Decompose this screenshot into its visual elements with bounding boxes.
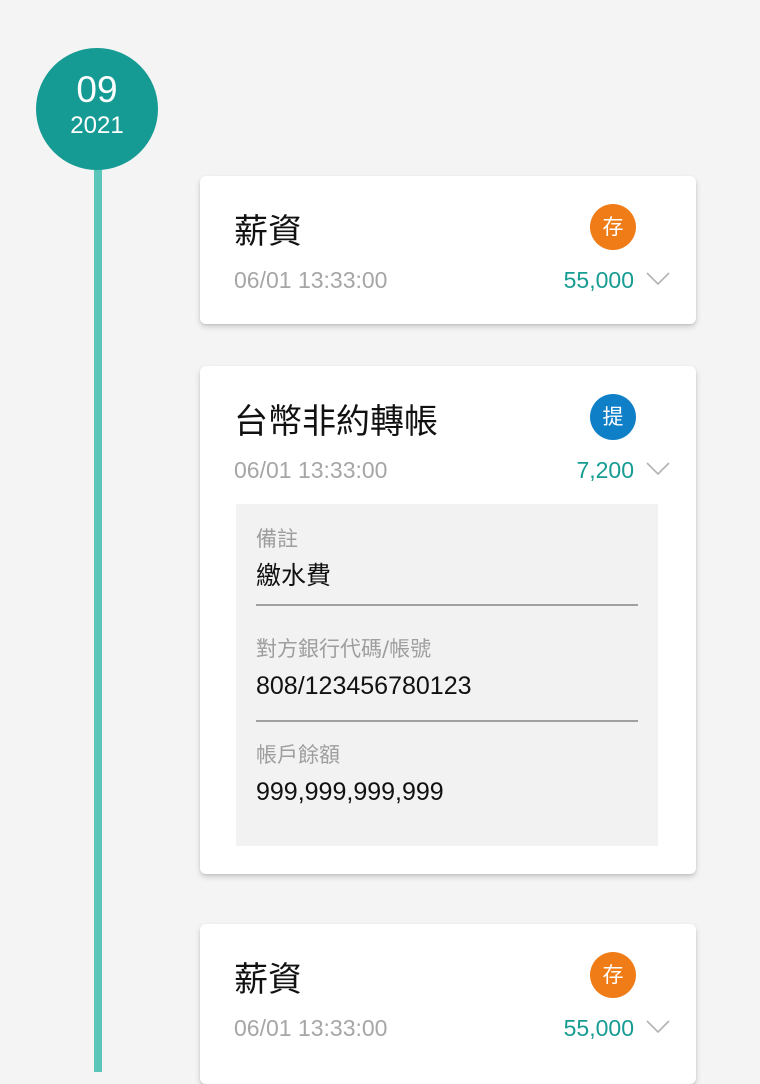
transaction-amount: 55,000	[563, 267, 634, 293]
detail-value: 999,999,999,999	[256, 778, 444, 806]
chevron-down-icon[interactable]	[646, 1020, 670, 1034]
detail-memo: 備註 繳水費	[256, 526, 638, 606]
transaction-title: 薪資	[234, 960, 302, 1000]
month-date-badge: 09 2021	[36, 48, 158, 170]
chevron-down-icon[interactable]	[646, 462, 670, 476]
year-label: 2021	[70, 112, 124, 139]
detail-value: 繳水費	[256, 561, 332, 590]
transaction-datetime: 06/01 13:33:00	[234, 1015, 388, 1041]
deposit-badge: 存	[590, 952, 636, 998]
transaction-card[interactable]: 薪資 存 06/01 13:33:00 55,000	[200, 176, 696, 324]
month-label: 09	[76, 69, 118, 110]
detail-account-balance: 帳戶餘額 999,999,999,999	[256, 742, 638, 812]
transaction-card[interactable]: 薪資 存 06/01 13:33:00 55,000	[200, 924, 696, 1084]
detail-label: 帳戶餘額	[256, 743, 340, 767]
deposit-badge: 存	[590, 204, 636, 250]
transaction-datetime: 06/01 13:33:00	[234, 457, 388, 483]
transaction-title: 台幣非約轉帳	[234, 402, 438, 442]
withdraw-badge: 提	[590, 394, 636, 440]
transaction-details-panel: 備註 繳水費 對方銀行代碼/帳號 808/123456780123 帳戶餘額 9…	[236, 504, 658, 846]
detail-counterparty-account: 對方銀行代碼/帳號 808/123456780123	[256, 636, 638, 722]
chevron-down-icon[interactable]	[646, 272, 670, 286]
transaction-title: 薪資	[234, 212, 302, 252]
timeline-line	[94, 160, 102, 1072]
detail-label: 對方銀行代碼/帳號	[256, 637, 432, 661]
transaction-amount: 55,000	[563, 1015, 634, 1041]
detail-value: 808/123456780123	[256, 672, 472, 700]
transaction-amount: 7,200	[576, 457, 634, 483]
transaction-datetime: 06/01 13:33:00	[234, 267, 388, 293]
transaction-card[interactable]: 台幣非約轉帳 提 06/01 13:33:00 7,200 備註 繳水費 對方銀…	[200, 366, 696, 874]
detail-label: 備註	[256, 527, 298, 551]
